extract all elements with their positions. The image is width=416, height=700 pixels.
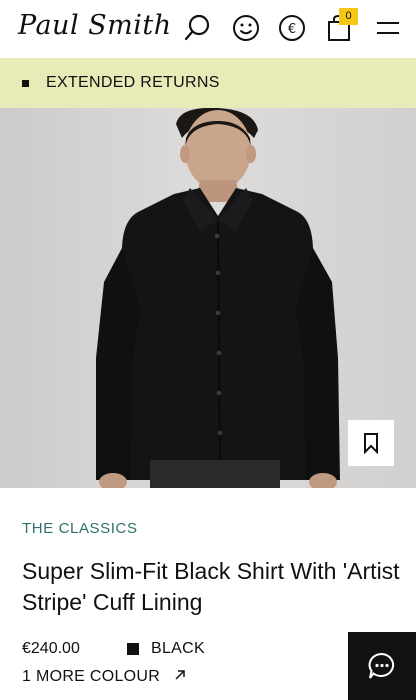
euro-currency-icon[interactable]: € — [276, 12, 308, 44]
chat-bubble-icon — [368, 652, 395, 679]
bookmark-icon — [364, 433, 378, 454]
site-header: Paul Smith € 0 — [0, 0, 416, 58]
chat-button[interactable] — [348, 632, 416, 700]
colour-swatch — [127, 643, 139, 655]
product-price: €240.00 — [22, 640, 80, 657]
svg-text:€: € — [288, 22, 296, 37]
account-smiley-icon[interactable] — [230, 12, 262, 44]
collection-label[interactable]: THE CLASSICS — [22, 520, 138, 537]
wishlist-button[interactable] — [348, 420, 394, 466]
promo-text: EXTENDED RETURNS — [46, 74, 220, 91]
colour-name: BLACK — [151, 640, 205, 657]
bag-count-badge: 0 — [339, 8, 358, 25]
arrow-up-right-icon — [175, 670, 185, 680]
hamburger-menu-icon[interactable] — [372, 12, 404, 44]
promo-banner[interactable]: EXTENDED RETURNS — [0, 58, 416, 108]
more-colours-link[interactable]: 1 MORE COLOUR — [22, 668, 187, 686]
brand-logo[interactable]: Paul Smith — [18, 10, 172, 41]
product-title: Super Slim-Fit Black Shirt With 'Artist … — [22, 558, 400, 615]
more-colours-label: 1 MORE COLOUR — [22, 668, 161, 685]
promo-bullet-icon — [22, 79, 29, 87]
search-icon[interactable] — [182, 12, 214, 44]
